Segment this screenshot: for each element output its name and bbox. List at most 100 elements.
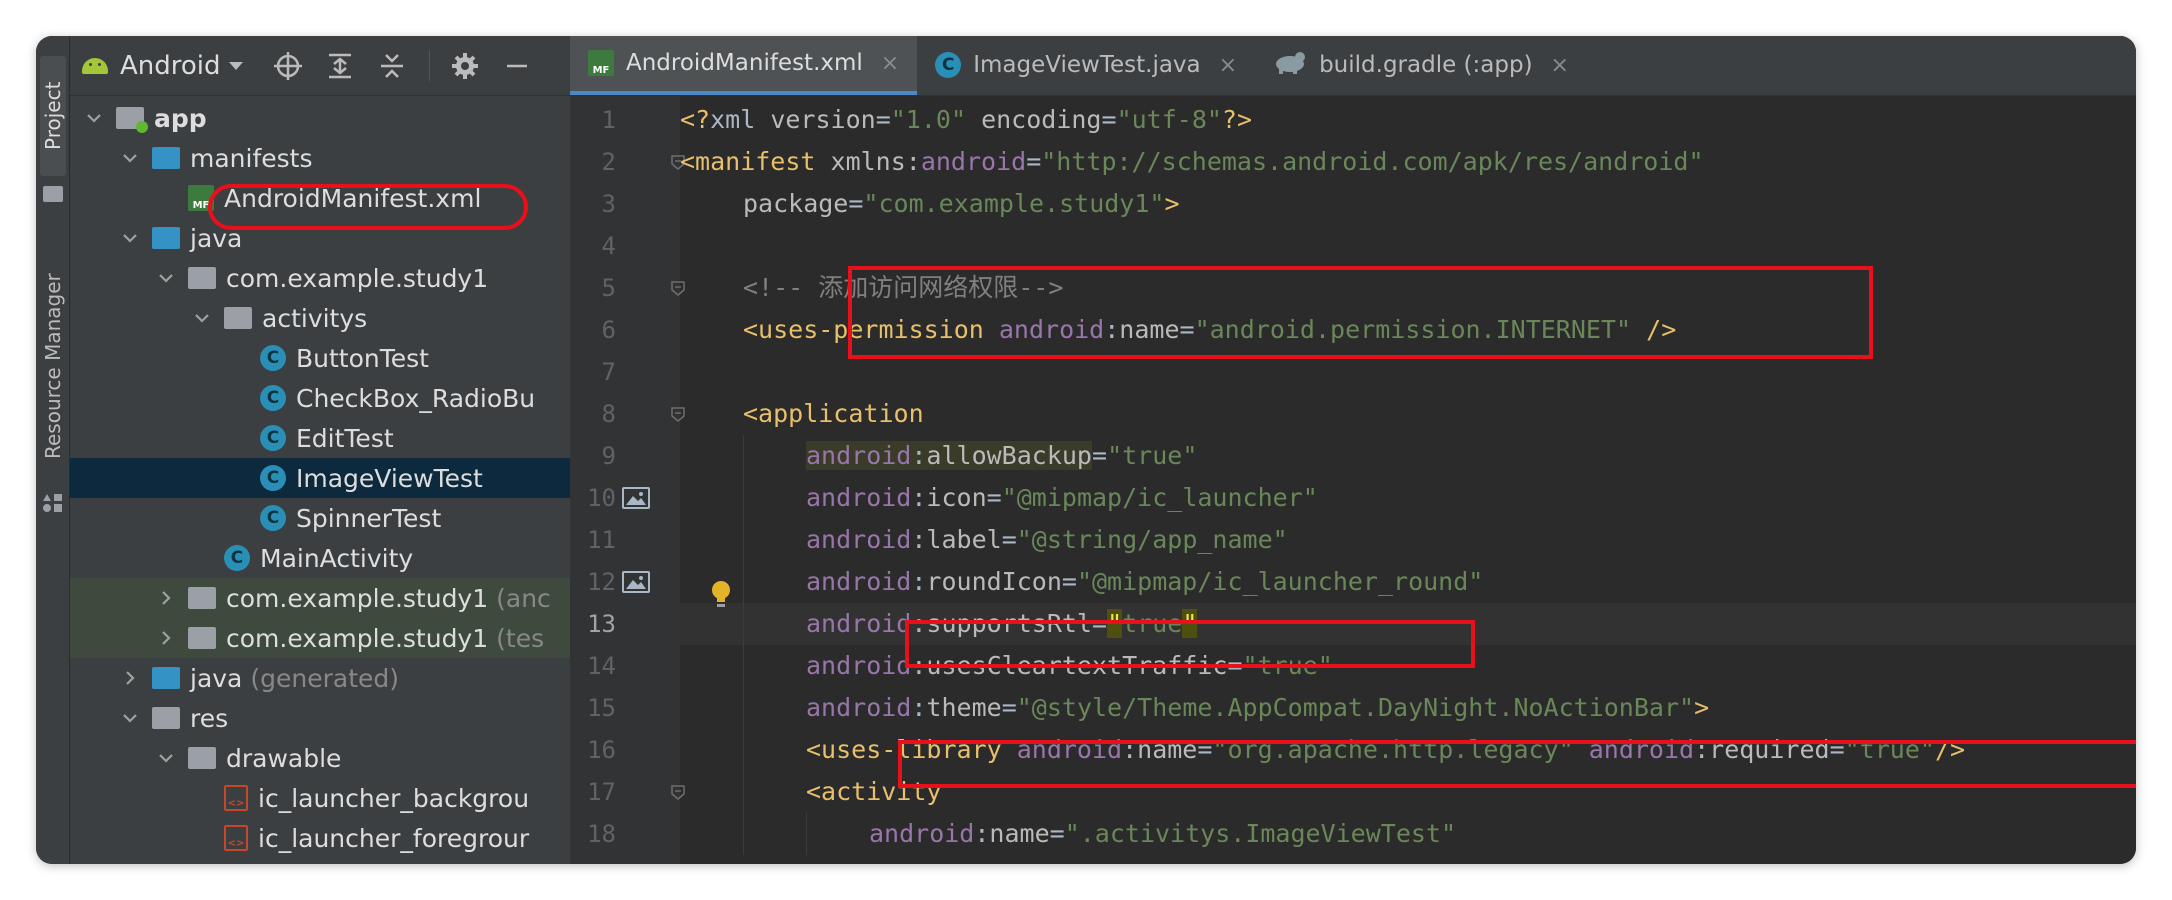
tree-item-label: drawable <box>226 743 342 773</box>
folder-icon <box>152 227 180 249</box>
close-icon[interactable]: × <box>881 51 899 76</box>
tree-item[interactable]: drawable <box>70 738 570 778</box>
tree-item-suffix: (anc <box>496 583 551 613</box>
editor-tab[interactable]: C ImageViewTest.java × <box>917 36 1255 95</box>
tree-item[interactable]: com.example.study1 <box>70 258 570 298</box>
tree-item-label: activitys <box>262 303 368 333</box>
code-token: "@style/Theme.AppCompat.DayNight.NoActio… <box>1016 693 1695 722</box>
code-line[interactable]: android:label="@string/app_name" <box>680 519 2136 561</box>
code-text: <application <box>743 393 924 435</box>
tree-item-label: com.example.study1 <box>226 583 489 613</box>
code-line[interactable]: android:name=".activitys.ImageViewTest" <box>680 813 2136 855</box>
tree-item-label: com.example.study1 <box>226 623 489 653</box>
lightbulb-icon[interactable] <box>710 580 732 610</box>
image-preview-icon[interactable] <box>622 487 650 509</box>
app-module-icon <box>116 107 148 133</box>
code-line[interactable]: <manifest xmlns:android="http://schemas.… <box>680 141 2136 183</box>
project-view-selector[interactable]: Android <box>120 51 243 81</box>
tree-item[interactable]: activitys <box>70 298 570 338</box>
line-number: 6 <box>601 316 616 344</box>
tree-item[interactable]: com.example.study1 (anc <box>70 578 570 618</box>
package-icon <box>188 267 216 289</box>
image-preview-icon[interactable] <box>622 571 650 593</box>
code-token: "@mipmap/ic_launcher" <box>1001 483 1318 512</box>
code-area[interactable]: <?xml version="1.0" encoding="utf-8"?> <m… <box>680 96 2136 864</box>
code-token: = <box>1061 567 1077 596</box>
chevron-down-icon[interactable] <box>192 308 212 328</box>
tree-item[interactable]: <> ic_launcher_backgrou <box>70 778 570 818</box>
chevron-down-icon[interactable] <box>120 228 140 248</box>
tree-item[interactable]: C CheckBox_RadioBu <box>70 378 570 418</box>
expand-all-icon[interactable] <box>325 51 355 81</box>
close-icon[interactable]: × <box>1219 53 1237 78</box>
line-number: 3 <box>601 190 616 218</box>
code-token: label <box>926 525 1002 554</box>
tool-window-strip: Project Resource Manager <box>36 36 70 864</box>
chevron-right-icon[interactable] <box>156 588 176 608</box>
code-token: android <box>806 525 912 554</box>
tree-item[interactable]: C SpinnerTest <box>70 498 570 538</box>
code-token: "true" <box>1107 441 1198 470</box>
uses-library-highlight-box <box>898 740 2136 788</box>
gear-icon[interactable] <box>450 51 480 81</box>
code-line[interactable]: <?xml version="1.0" encoding="utf-8"?> <box>680 99 2136 141</box>
code-line[interactable] <box>680 225 2136 267</box>
editor-tab[interactable]: MF AndroidManifest.xml × <box>570 36 918 95</box>
indent-guide <box>806 813 807 855</box>
code-line[interactable]: android:allowBackup="true" <box>680 435 2136 477</box>
editor-tab-label: build.gradle (:app) <box>1319 52 1533 78</box>
tree-item[interactable]: com.example.study1 (tes <box>70 618 570 658</box>
indent-guide <box>743 435 744 855</box>
locate-target-icon[interactable] <box>273 51 303 81</box>
code-line[interactable]: <application <box>680 393 2136 435</box>
hide-panel-icon[interactable] <box>502 51 532 81</box>
code-line[interactable]: android:icon="@mipmap/ic_launcher" <box>680 477 2136 519</box>
code-token: android <box>806 693 912 722</box>
code-token: xmlns: <box>830 147 921 176</box>
tree-item[interactable]: C EditTest <box>70 418 570 458</box>
code-line[interactable]: android:roundIcon="@mipmap/ic_launcher_r… <box>680 561 2136 603</box>
package-icon <box>188 587 216 609</box>
close-icon[interactable]: × <box>1551 53 1569 78</box>
code-text: android:allowBackup="true" <box>806 435 1197 477</box>
chevron-right-icon[interactable] <box>156 628 176 648</box>
code-text: android:icon="@mipmap/ic_launcher" <box>806 477 1318 519</box>
line-number: 5 <box>601 274 616 302</box>
package-icon <box>224 307 252 329</box>
tree-item[interactable]: C ButtonTest <box>70 338 570 378</box>
tree-item[interactable]: app <box>70 98 570 138</box>
chevron-down-icon[interactable] <box>120 148 140 168</box>
tree-item[interactable]: C MainActivity <box>70 538 570 578</box>
class-icon: C <box>260 505 286 531</box>
line-number: 11 <box>587 526 616 554</box>
chevron-down-icon[interactable] <box>84 108 104 128</box>
chevron-down-icon[interactable] <box>120 708 140 728</box>
tree-item[interactable]: java (generated) <box>70 658 570 698</box>
code-token: = <box>1092 441 1108 470</box>
tree-item[interactable]: C ImageViewTest <box>70 458 570 498</box>
project-tool-tab-label: Project <box>41 81 65 151</box>
code-line[interactable]: android:theme="@style/Theme.AppCompat.Da… <box>680 687 2136 729</box>
line-number: 9 <box>601 442 616 470</box>
chevron-down-icon[interactable] <box>156 268 176 288</box>
class-icon: C <box>260 425 286 451</box>
chevron-right-icon[interactable] <box>120 668 140 688</box>
project-tool-tab[interactable]: Project <box>40 56 66 176</box>
code-text: android:label="@string/app_name" <box>806 519 1288 561</box>
resource-manager-tool-tab[interactable]: Resource Manager <box>40 246 66 486</box>
code-token: ?> <box>1221 105 1253 134</box>
class-icon: C <box>935 52 962 78</box>
tree-item[interactable]: manifests <box>70 138 570 178</box>
chevron-down-icon[interactable] <box>156 748 176 768</box>
tree-item[interactable]: <> ic_launcher_foregrour <box>70 818 570 858</box>
code-line[interactable]: package="com.example.study1"> <box>680 183 2136 225</box>
tree-item[interactable]: res <box>70 698 570 738</box>
project-panel: Android app manifests MF AndroidManifest.xm… <box>70 36 570 864</box>
editor-tab[interactable]: build.gradle (:app) × <box>1255 36 1587 95</box>
manifest-file-icon: MF <box>588 50 614 76</box>
code-token: xml <box>710 105 771 134</box>
code-token: = <box>1101 105 1117 134</box>
collapse-all-icon[interactable] <box>377 51 407 81</box>
